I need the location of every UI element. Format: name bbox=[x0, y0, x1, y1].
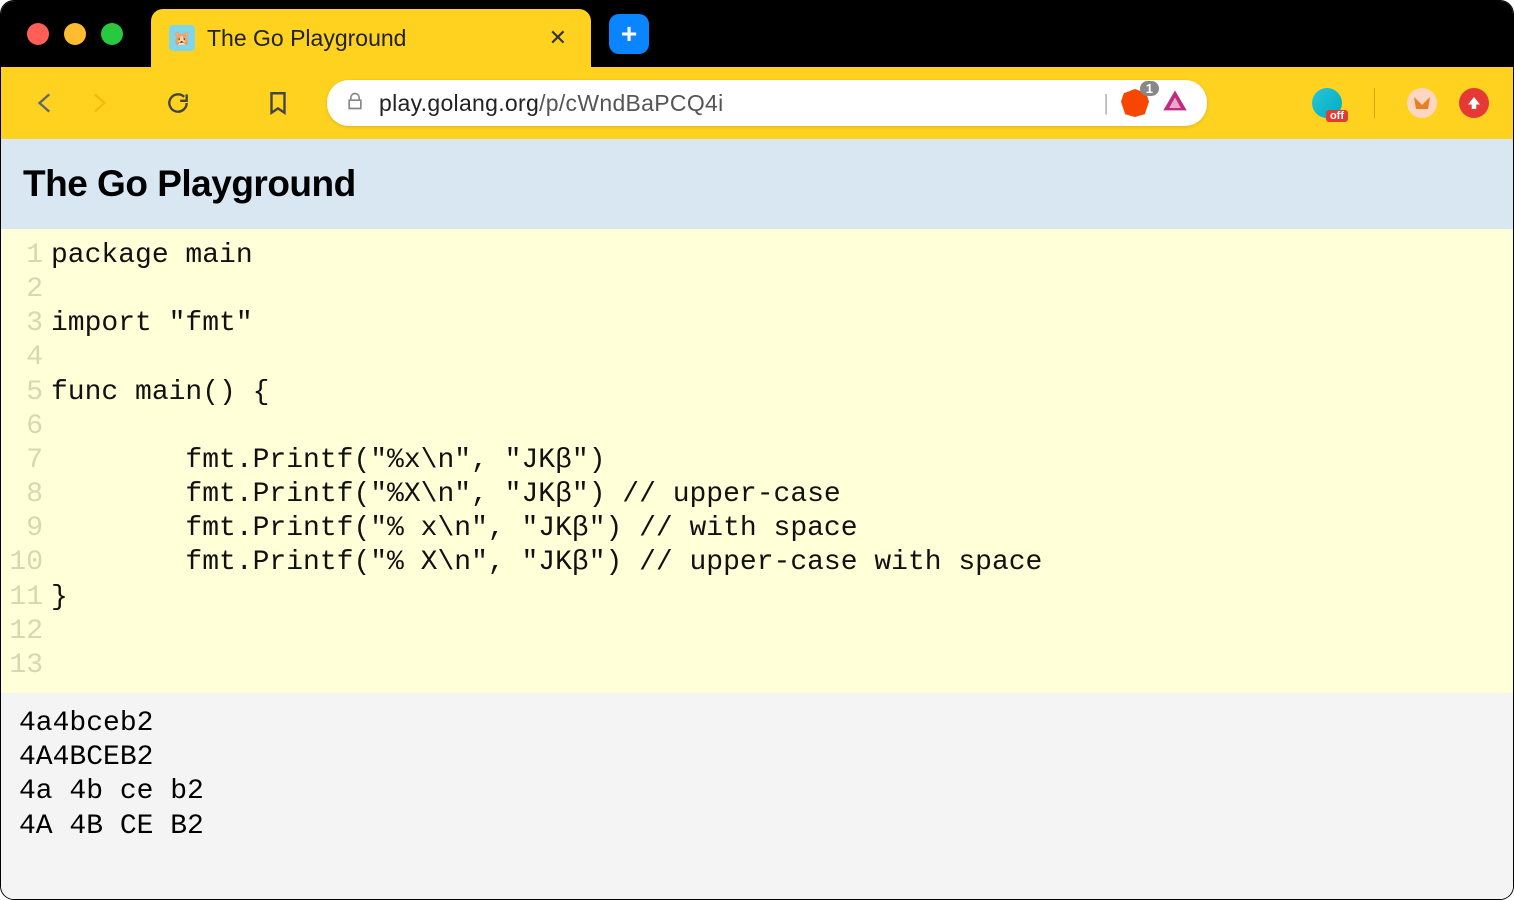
address-bar[interactable]: play.golang.org/p/cWndBaPCQ4i | 1 bbox=[327, 80, 1207, 126]
close-window-button[interactable] bbox=[27, 23, 49, 45]
code-line[interactable]: 3import "fmt" bbox=[1, 307, 1513, 341]
forward-arrow-icon bbox=[85, 90, 111, 116]
forward-button[interactable] bbox=[77, 82, 119, 124]
code-line[interactable]: 11} bbox=[1, 581, 1513, 615]
divider bbox=[1374, 88, 1375, 118]
browser-toolbar: play.golang.org/p/cWndBaPCQ4i | 1 off bbox=[1, 67, 1513, 139]
reload-icon bbox=[165, 90, 191, 116]
browser-window: 🐹 The Go Playground ✕ + play.golan bbox=[0, 0, 1514, 900]
brave-badge: 1 bbox=[1140, 81, 1159, 96]
line-number: 3 bbox=[1, 307, 51, 341]
brave-shields-button[interactable]: 1 bbox=[1121, 89, 1149, 117]
output-pane: 4a4bceb2 4A4BCEB2 4a 4b ce b2 4A 4B CE B… bbox=[1, 693, 1513, 899]
code-text: fmt.Printf("% x\n", "JKβ") // with space bbox=[51, 512, 858, 546]
code-line[interactable]: 9 fmt.Printf("% x\n", "JKβ") // with spa… bbox=[1, 512, 1513, 546]
code-text: import "fmt" bbox=[51, 307, 253, 341]
url-text: play.golang.org/p/cWndBaPCQ4i bbox=[379, 90, 724, 117]
tab-title: The Go Playground bbox=[207, 25, 531, 52]
line-number: 9 bbox=[1, 512, 51, 546]
plus-icon: + bbox=[621, 20, 637, 48]
back-arrow-icon bbox=[33, 90, 59, 116]
line-number: 4 bbox=[1, 341, 51, 375]
code-text: package main bbox=[51, 239, 253, 273]
browser-tab[interactable]: 🐹 The Go Playground ✕ bbox=[151, 9, 591, 67]
url-host: play.golang.org bbox=[379, 90, 539, 116]
code-text: fmt.Printf("%X\n", "JKβ") // upper-case bbox=[51, 478, 841, 512]
update-button[interactable] bbox=[1459, 88, 1489, 118]
maximize-window-button[interactable] bbox=[101, 23, 123, 45]
code-text: fmt.Printf("% X\n", "JKβ") // upper-case… bbox=[51, 546, 1042, 580]
url-path: /p/cWndBaPCQ4i bbox=[539, 90, 723, 116]
code-text: fmt.Printf("%x\n", "JKβ") bbox=[51, 444, 606, 478]
reload-button[interactable] bbox=[157, 82, 199, 124]
lock-icon bbox=[345, 91, 365, 116]
window-controls bbox=[27, 23, 123, 45]
page-header: The Go Playground bbox=[1, 139, 1513, 229]
code-editor[interactable]: 1package main23import "fmt"45func main()… bbox=[1, 229, 1513, 693]
code-line[interactable]: 13 bbox=[1, 649, 1513, 683]
code-line[interactable]: 4 bbox=[1, 341, 1513, 375]
close-tab-button[interactable]: ✕ bbox=[543, 25, 573, 51]
back-button[interactable] bbox=[25, 82, 67, 124]
line-number: 2 bbox=[1, 273, 51, 307]
toolbar-right: off bbox=[1312, 88, 1489, 118]
line-number: 10 bbox=[1, 546, 51, 580]
address-bar-right: | 1 bbox=[1103, 87, 1189, 120]
code-line[interactable]: 10 fmt.Printf("% X\n", "JKβ") // upper-c… bbox=[1, 546, 1513, 580]
code-line[interactable]: 5func main() { bbox=[1, 376, 1513, 410]
line-number: 8 bbox=[1, 478, 51, 512]
code-line[interactable]: 1package main bbox=[1, 239, 1513, 273]
line-number: 11 bbox=[1, 581, 51, 615]
bat-icon[interactable] bbox=[1161, 87, 1189, 120]
up-arrow-icon bbox=[1465, 94, 1483, 112]
separator: | bbox=[1103, 90, 1109, 116]
line-number: 13 bbox=[1, 649, 51, 683]
code-line[interactable]: 7 fmt.Printf("%x\n", "JKβ") bbox=[1, 444, 1513, 478]
code-line[interactable]: 12 bbox=[1, 615, 1513, 649]
extension-1-button[interactable]: off bbox=[1312, 88, 1342, 118]
bookmark-button[interactable] bbox=[257, 82, 299, 124]
gopher-favicon-icon: 🐹 bbox=[169, 25, 195, 51]
code-text: } bbox=[51, 581, 68, 615]
fox-avatar-icon bbox=[1410, 91, 1434, 115]
code-line[interactable]: 6 bbox=[1, 410, 1513, 444]
code-line[interactable]: 2 bbox=[1, 273, 1513, 307]
code-line[interactable]: 8 fmt.Printf("%X\n", "JKβ") // upper-cas… bbox=[1, 478, 1513, 512]
profile-avatar-button[interactable] bbox=[1407, 88, 1437, 118]
bookmark-icon bbox=[265, 90, 291, 116]
line-number: 6 bbox=[1, 410, 51, 444]
new-tab-button[interactable]: + bbox=[609, 14, 649, 54]
line-number: 12 bbox=[1, 615, 51, 649]
titlebar: 🐹 The Go Playground ✕ + bbox=[1, 1, 1513, 67]
line-number: 5 bbox=[1, 376, 51, 410]
page-title: The Go Playground bbox=[23, 163, 1491, 205]
code-text: func main() { bbox=[51, 376, 269, 410]
off-badge: off bbox=[1326, 110, 1348, 122]
line-number: 7 bbox=[1, 444, 51, 478]
line-number: 1 bbox=[1, 239, 51, 273]
minimize-window-button[interactable] bbox=[64, 23, 86, 45]
